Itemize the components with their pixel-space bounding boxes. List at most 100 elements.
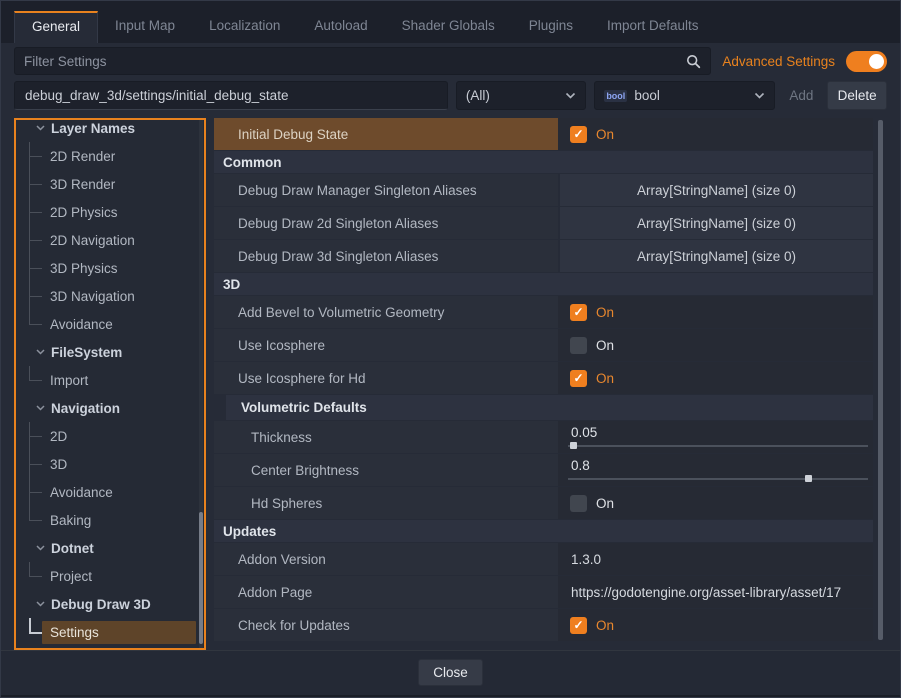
section-header-common[interactable]: Common (214, 151, 873, 173)
checkbox-label: On (596, 496, 614, 511)
slider-field[interactable]: 0.05 (558, 421, 873, 453)
property-value: ✓ On (558, 296, 873, 328)
checkbox-unchecked[interactable] (570, 495, 587, 512)
tab-import-defaults[interactable]: Import Defaults (590, 11, 716, 43)
property-row-center-brightness: Center Brightness 0.8 (214, 454, 873, 486)
tree-item-2d-navigation[interactable]: 2D Navigation (16, 226, 204, 254)
add-button[interactable]: Add (783, 81, 819, 110)
property-row-thickness: Thickness 0.05 (214, 421, 873, 453)
chevron-down-icon (36, 125, 45, 131)
checkbox-checked[interactable]: ✓ (570, 126, 587, 143)
slider-field[interactable]: 0.8 (558, 454, 873, 486)
tree-item-project[interactable]: Project (16, 562, 204, 590)
checkbox-checked[interactable]: ✓ (570, 370, 587, 387)
slider-grabber[interactable] (570, 442, 577, 449)
chevron-down-icon (36, 349, 45, 355)
toggle-knob (869, 54, 884, 69)
tree-item-nav-avoidance[interactable]: Avoidance (16, 478, 204, 506)
property-label[interactable]: Addon Page (214, 576, 558, 608)
property-label[interactable]: Use Icosphere for Hd (214, 362, 558, 394)
property-label[interactable]: Addon Version (214, 543, 558, 575)
tree-category-debug-draw-3d[interactable]: Debug Draw 3D (16, 590, 204, 618)
tab-general[interactable]: General (14, 11, 98, 43)
tree-item-2d-render[interactable]: 2D Render (16, 142, 204, 170)
chevron-down-icon (36, 405, 45, 411)
property-add-bar: debug_draw_3d/settings/initial_debug_sta… (1, 79, 900, 116)
tree-item-avoidance[interactable]: Avoidance (16, 310, 204, 338)
tree-category-dotnet[interactable]: Dotnet (16, 534, 204, 562)
tree-category-filesystem[interactable]: FileSystem (16, 338, 204, 366)
chevron-down-icon (36, 601, 45, 607)
checkbox-label: On (596, 371, 614, 386)
property-value: ✓ On (558, 362, 873, 394)
property-label[interactable]: Debug Draw 2d Singleton Aliases (214, 207, 558, 239)
advanced-settings-toggle[interactable] (846, 51, 887, 72)
property-row-3d-singleton-aliases: Debug Draw 3d Singleton Aliases Array[St… (214, 240, 873, 272)
tree-item-3d-physics[interactable]: 3D Physics (16, 254, 204, 282)
filter-settings-input[interactable]: Filter Settings (14, 47, 711, 75)
property-row-use-icosphere: Use Icosphere On (214, 329, 873, 361)
tree-item-2d-physics[interactable]: 2D Physics (16, 198, 204, 226)
type-value: bool (634, 88, 747, 103)
checkbox-checked[interactable]: ✓ (570, 304, 587, 321)
tab-localization[interactable]: Localization (192, 11, 297, 43)
tree-item-nav-baking[interactable]: Baking (16, 506, 204, 534)
tree-category-navigation[interactable]: Navigation (16, 394, 204, 422)
tree-item-3d-navigation[interactable]: 3D Navigation (16, 282, 204, 310)
main-content: Layer Names 2D Render 3D Render 2D Physi… (1, 116, 900, 650)
feature-filter-dropdown[interactable]: (All) (456, 81, 586, 110)
slider-track[interactable] (568, 445, 868, 447)
array-value-button[interactable]: Array[StringName] (size 0) (560, 240, 873, 272)
property-label[interactable]: Initial Debug State (214, 118, 558, 150)
tab-input-map[interactable]: Input Map (98, 11, 192, 43)
feature-filter-value: (All) (466, 88, 558, 103)
property-row-2d-singleton-aliases: Debug Draw 2d Singleton Aliases Array[St… (214, 207, 873, 239)
dialog-footer: Close (1, 650, 900, 697)
tree-item-nav-3d[interactable]: 3D (16, 450, 204, 478)
section-header-updates[interactable]: Updates (214, 520, 873, 542)
property-row-addon-version: Addon Version 1.3.0 (214, 543, 873, 575)
text-value[interactable]: 1.3.0 (558, 543, 873, 575)
tree-item-nav-2d[interactable]: 2D (16, 422, 204, 450)
tab-bar: General Input Map Localization Autoload … (1, 1, 900, 43)
slider-track[interactable] (568, 478, 868, 480)
tree-category-layer-names[interactable]: Layer Names (16, 118, 204, 142)
tab-autoload[interactable]: Autoload (297, 11, 384, 43)
search-icon (686, 54, 701, 69)
array-value-button[interactable]: Array[StringName] (size 0) (560, 207, 873, 239)
checkbox-checked[interactable]: ✓ (570, 617, 587, 634)
type-dropdown[interactable]: bool bool (594, 81, 775, 110)
property-label[interactable]: Add Bevel to Volumetric Geometry (214, 296, 558, 328)
property-value: ✓ On (558, 609, 873, 641)
subsection-header-volumetric-defaults[interactable]: Volumetric Defaults (226, 395, 873, 420)
property-label[interactable]: Debug Draw 3d Singleton Aliases (214, 240, 558, 272)
property-row-addon-page: Addon Page https://godotengine.org/asset… (214, 576, 873, 608)
property-label[interactable]: Use Icosphere (214, 329, 558, 361)
property-label[interactable]: Center Brightness (214, 454, 558, 486)
tab-shader-globals[interactable]: Shader Globals (385, 11, 512, 43)
property-path-input[interactable]: debug_draw_3d/settings/initial_debug_sta… (14, 81, 448, 110)
tree-item-settings[interactable]: Settings (16, 618, 204, 646)
slider-grabber[interactable] (805, 475, 812, 482)
tree-item-3d-render[interactable]: 3D Render (16, 170, 204, 198)
chevron-down-icon (36, 545, 45, 551)
property-value: On (558, 487, 873, 519)
delete-button[interactable]: Delete (827, 81, 887, 110)
section-header-3d[interactable]: 3D (214, 273, 873, 295)
inspector-scrollbar-thumb[interactable] (878, 120, 883, 640)
array-value-button[interactable]: Array[StringName] (size 0) (560, 174, 873, 206)
bool-type-icon: bool (604, 90, 627, 102)
property-label[interactable]: Debug Draw Manager Singleton Aliases (214, 174, 558, 206)
close-button[interactable]: Close (418, 659, 483, 686)
settings-tree: Layer Names 2D Render 3D Render 2D Physi… (14, 118, 206, 650)
text-value[interactable]: https://godotengine.org/asset-library/as… (558, 576, 873, 608)
checkbox-unchecked[interactable] (570, 337, 587, 354)
sidebar-scrollbar-thumb[interactable] (199, 512, 203, 644)
tree-item-import[interactable]: Import (16, 366, 204, 394)
property-row-check-for-updates: Check for Updates ✓ On (214, 609, 873, 641)
property-label[interactable]: Check for Updates (214, 609, 558, 641)
filter-row: Filter Settings Advanced Settings (1, 43, 900, 79)
tab-plugins[interactable]: Plugins (512, 11, 590, 43)
property-label[interactable]: Hd Spheres (214, 487, 558, 519)
property-label[interactable]: Thickness (214, 421, 558, 453)
